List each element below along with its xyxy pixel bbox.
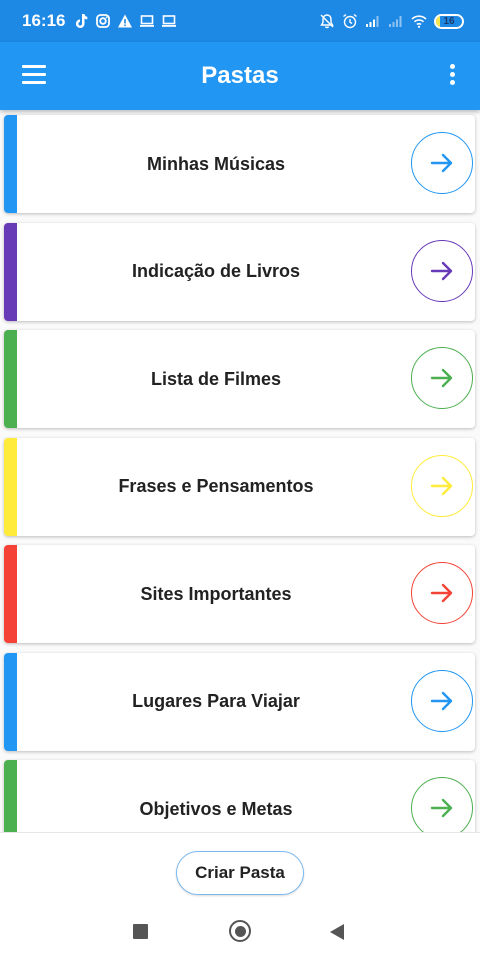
arrow-right-icon (430, 691, 453, 710)
create-folder-button[interactable]: Criar Pasta (176, 851, 304, 895)
arrow-right-icon (430, 583, 453, 603)
folder-color-stripe (4, 330, 17, 428)
arrow-right-icon (430, 798, 453, 818)
arrow-right-icon (430, 153, 453, 173)
app-bar: Pastas (0, 42, 480, 110)
alarm-icon (343, 13, 357, 29)
folder-card[interactable]: Lista de Filmes (4, 330, 475, 428)
back-icon[interactable] (330, 924, 344, 940)
battery-icon: 16 (434, 13, 464, 29)
folder-color-stripe (4, 545, 17, 643)
battery-level: 16 (443, 15, 455, 27)
folder-name: Lista de Filmes (150, 368, 282, 389)
folder-name: Lugares Para Viajar (132, 691, 300, 711)
open-folder-button[interactable] (411, 454, 473, 517)
folder-color-stripe (4, 115, 17, 213)
tiktok-icon (76, 14, 88, 28)
arrow-right-icon (430, 476, 453, 495)
folder-card[interactable]: Objetivos e Metas (4, 760, 475, 832)
status-left-icons (73, 13, 177, 29)
arrow-right-icon (430, 261, 453, 280)
folder-color-stripe (4, 222, 17, 321)
navigation-bar (0, 902, 480, 960)
home-icon[interactable] (229, 920, 251, 942)
folder-card[interactable]: Indicação de Livros (4, 222, 475, 321)
signal-icon (389, 16, 402, 27)
folder-color-stripe (4, 760, 17, 832)
menu-icon[interactable] (22, 65, 46, 85)
alert-icon (118, 14, 133, 28)
folder-card[interactable]: Lugares Para Viajar (4, 652, 475, 751)
folder-card[interactable]: Sites Importantes (4, 545, 475, 643)
folder-name: Sites Importantes (140, 583, 292, 604)
more-vert-icon[interactable] (448, 64, 456, 88)
open-folder-button[interactable] (411, 347, 473, 409)
folder-list[interactable]: Minhas Músicas Indicação de Livros Lista d… (0, 110, 480, 832)
folder-color-stripe (4, 437, 17, 536)
open-folder-button[interactable] (411, 239, 473, 302)
open-folder-button[interactable] (411, 669, 473, 732)
open-folder-button[interactable] (411, 562, 473, 624)
folder-name: Indicação de Livros (131, 261, 301, 281)
bottom-action-area: Criar Pasta (0, 832, 480, 902)
folder-color-stripe (4, 652, 17, 751)
battery-fill (436, 15, 441, 27)
signal-icon (366, 16, 379, 27)
folder-card[interactable]: Frases e Pensamentos (4, 437, 475, 536)
folder-name: Frases e Pensamentos (118, 476, 314, 496)
folder-card[interactable]: Minhas Músicas (4, 115, 475, 213)
recents-icon[interactable] (133, 924, 148, 939)
wifi-icon (411, 15, 427, 28)
page-title: Pastas (201, 62, 279, 89)
laptop-icon (140, 15, 155, 27)
status-right-icons: 16 (319, 13, 464, 29)
open-folder-button[interactable] (411, 132, 473, 194)
bell-off-icon (320, 14, 334, 29)
open-folder-button[interactable] (411, 777, 473, 832)
folder-name: Objetivos e Metas (139, 798, 293, 819)
status-time: 16:16 (22, 11, 66, 30)
folder-name: Minhas Músicas (146, 153, 286, 174)
status-bar: 16:16 16 (0, 0, 480, 42)
arrow-right-icon (430, 368, 453, 388)
laptop-icon (162, 15, 177, 27)
instagram-icon (96, 14, 111, 28)
